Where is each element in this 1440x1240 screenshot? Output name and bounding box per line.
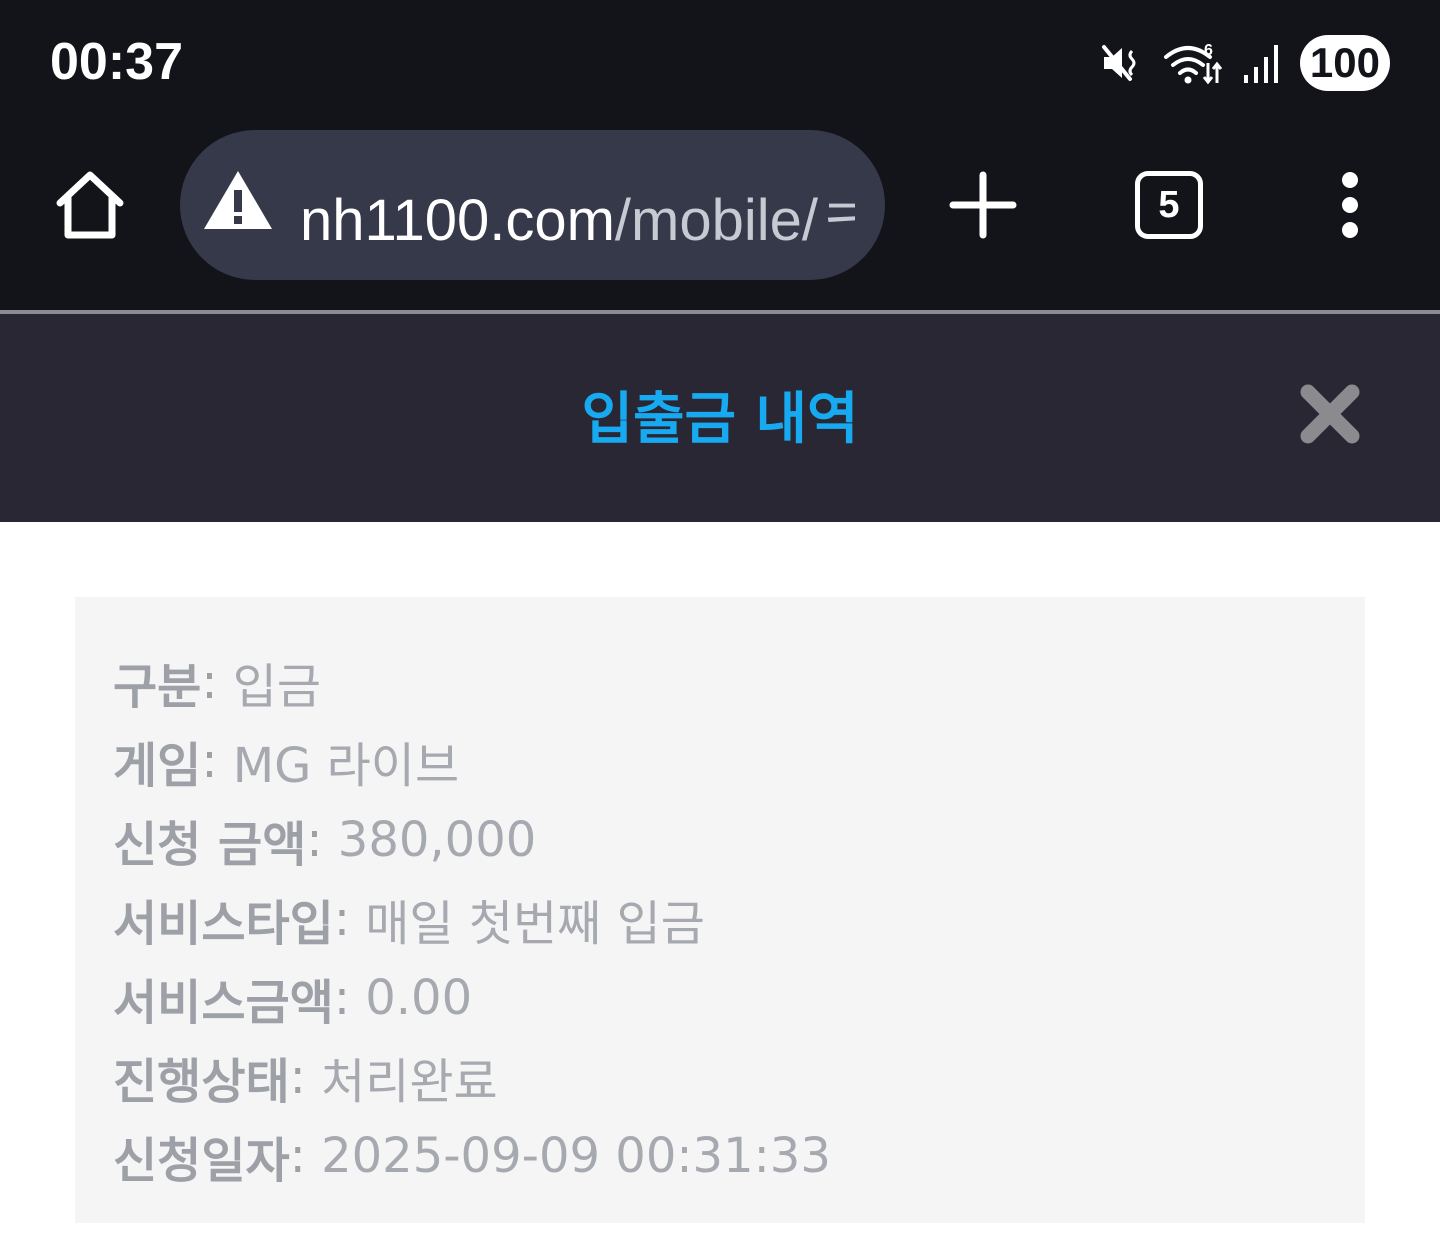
detail-value: 0.00 — [365, 969, 473, 1026]
close-icon[interactable] — [1298, 382, 1362, 446]
detail-value: 매일 첫번째 입금 — [365, 895, 705, 952]
wifi-icon: 6 — [1163, 42, 1223, 85]
transaction-detail-card: 구분: 입금 게임: MG 라이브 신청 금액: 380,000 서비스타입: … — [75, 597, 1365, 1223]
status-bar: 00:37 6 100 — [0, 0, 1440, 125]
detail-value: 입금 — [232, 658, 322, 715]
url-host: nh1100.com — [300, 188, 615, 253]
status-icons: 6 100 — [1100, 34, 1390, 92]
modal-content: 구분: 입금 게임: MG 라이브 신청 금액: 380,000 서비스타입: … — [0, 522, 1440, 1240]
detail-label: 신청 금액 — [113, 816, 307, 873]
detail-value: 2025-09-09 00:31:33 — [321, 1127, 831, 1184]
detail-label: 게임 — [113, 737, 202, 794]
address-bar[interactable]: nh1100.com/mobile/ㅋ — [180, 130, 885, 280]
detail-row-status: 진행상태: 처리완료 — [113, 1037, 1365, 1116]
detail-label: 서비스타입 — [113, 895, 334, 952]
detail-label: 진행상태 — [113, 1053, 290, 1110]
status-time: 00:37 — [50, 33, 183, 91]
tab-switcher-button[interactable]: 5 — [1135, 171, 1203, 239]
more-menu-icon[interactable] — [1330, 170, 1370, 240]
detail-value: MG 라이브 — [232, 737, 460, 794]
detail-row-type: 구분: 입금 — [113, 642, 1365, 721]
mute-icon — [1101, 45, 1136, 81]
modal-title: 입출금 내역 — [581, 387, 859, 452]
warning-icon[interactable] — [202, 168, 274, 232]
detail-row-service-type: 서비스타입: 매일 첫번째 입금 — [113, 879, 1365, 958]
detail-row-service-amount: 서비스금액: 0.00 — [113, 958, 1365, 1037]
detail-value: 380,000 — [337, 811, 537, 868]
detail-label: 신청일자 — [113, 1132, 290, 1189]
detail-row-game: 게임: MG 라이브 — [113, 721, 1365, 800]
url-path: /mobile/ㅋ — [614, 188, 855, 253]
url-text[interactable]: nh1100.com/mobile/ㅋ — [300, 173, 855, 257]
detail-row-amount: 신청 금액: 380,000 — [113, 800, 1365, 879]
svg-text:6: 6 — [1204, 42, 1213, 59]
detail-label: 서비스금액 — [113, 974, 334, 1031]
detail-value: 처리완료 — [321, 1053, 498, 1110]
detail-label: 구분 — [113, 658, 202, 715]
battery-indicator: 100 — [1299, 35, 1390, 91]
home-icon[interactable] — [50, 165, 130, 245]
browser-toolbar: nh1100.com/mobile/ㅋ 5 — [0, 125, 1440, 310]
plus-icon[interactable] — [948, 170, 1018, 240]
signal-icon — [1243, 45, 1278, 83]
modal-header: 입출금 내역 — [0, 314, 1440, 522]
detail-row-date: 신청일자: 2025-09-09 00:31:33 — [113, 1116, 1365, 1195]
